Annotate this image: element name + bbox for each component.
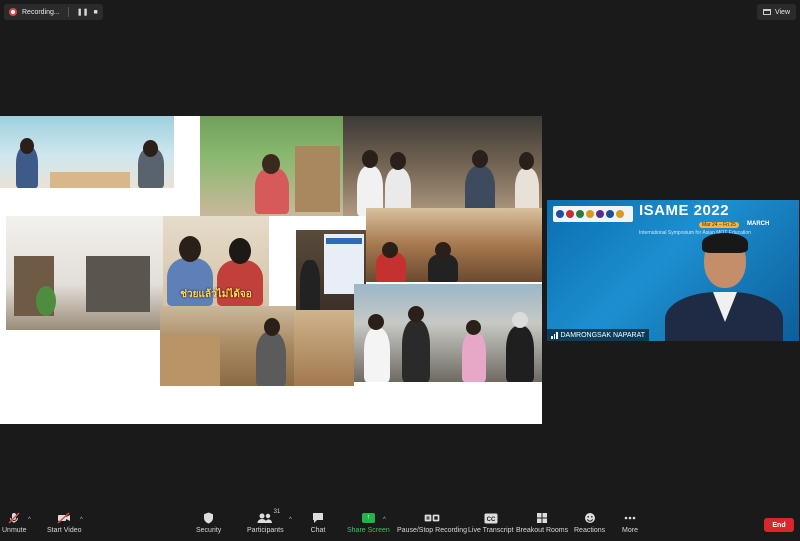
live-transcript-button[interactable]: CC Live Transcript	[468, 512, 514, 534]
sponsor-logos	[553, 206, 633, 222]
divider	[67, 7, 69, 17]
end-meeting-button[interactable]: End	[764, 518, 794, 532]
collage-photo-cafe	[366, 208, 542, 282]
muted-microphone-icon	[6, 512, 22, 524]
event-month: MARCH	[747, 221, 770, 227]
reactions-button[interactable]: Reactions	[574, 512, 605, 534]
collage-photo-team	[343, 116, 542, 216]
speaker-name: DAMRONGSAK NAPARAT	[560, 331, 646, 339]
breakout-rooms-icon	[534, 512, 550, 524]
shield-icon	[201, 512, 217, 524]
reactions-label: Reactions	[574, 527, 606, 534]
share-options-caret[interactable]: ^	[383, 517, 386, 523]
chat-label: Chat	[310, 527, 326, 534]
pause-recording-icon[interactable]: ❚❚	[77, 8, 89, 16]
participants-count: 31	[273, 509, 281, 515]
pause-stop-icon	[424, 512, 440, 524]
collage-photo-office	[0, 116, 174, 188]
speaker-name-tag: DAMRONGSAK NAPARAT	[547, 329, 650, 341]
view-button[interactable]: View	[756, 4, 796, 20]
video-options-caret[interactable]: ^	[80, 517, 83, 523]
chat-button[interactable]: Chat	[310, 512, 326, 534]
participants-label: Participants	[247, 527, 284, 534]
event-dates: Mar 24 – Fri 25	[699, 222, 739, 228]
collage-photo-visit	[354, 284, 542, 382]
audio-level-icon	[551, 331, 558, 339]
more-label: More	[622, 527, 638, 534]
security-label: Security	[196, 527, 222, 534]
pause-stop-recording-button[interactable]: Pause/Stop Recording	[397, 512, 467, 534]
photo-caption: ช่วยแล้วไม่ได้จอ	[180, 289, 252, 300]
unmute-button[interactable]: Unmute	[2, 512, 27, 534]
breakout-rooms-label: Breakout Rooms	[516, 527, 569, 534]
security-button[interactable]: Security	[196, 512, 221, 534]
smiley-icon	[582, 512, 598, 524]
live-transcript-label: Live Transcript	[468, 527, 514, 534]
video-off-icon	[56, 512, 72, 524]
view-icon	[762, 9, 771, 15]
share-screen-icon: ↑	[360, 512, 376, 524]
breakout-rooms-button[interactable]: Breakout Rooms	[516, 512, 568, 534]
recording-status: Recording...	[22, 8, 60, 16]
event-title: ISAME 2022	[639, 202, 730, 219]
collage-photo-storefront	[200, 116, 345, 216]
view-label: View	[774, 8, 790, 16]
pause-stop-recording-label: Pause/Stop Recording	[397, 527, 468, 534]
start-video-label: Start Video	[47, 527, 82, 534]
audio-options-caret[interactable]: ^	[28, 517, 31, 523]
collage-photo-stock	[294, 310, 354, 386]
meeting-window: Recording... ❚❚ ■ View ช่วยแล้วไม่ได้จอ …	[0, 0, 800, 541]
meeting-toolbar: Unmute ^ Start Video ^ Security 31 Parti…	[0, 508, 800, 541]
unmute-label: Unmute	[2, 527, 27, 534]
start-video-button[interactable]: Start Video	[47, 512, 82, 534]
recording-icon	[9, 8, 17, 16]
stop-recording-icon[interactable]: ■	[93, 9, 97, 16]
chat-icon	[310, 512, 326, 524]
shared-screen: ช่วยแล้วไม่ได้จอ	[0, 116, 542, 424]
collage-photo-interview: ช่วยแล้วไม่ได้จอ	[163, 216, 269, 306]
closed-caption-icon: CC	[483, 512, 499, 524]
share-screen-button[interactable]: ↑ Share Screen	[347, 512, 390, 534]
collage-photo-warehouse	[160, 306, 296, 386]
participants-options-caret[interactable]: ^	[289, 517, 292, 523]
speaker-hair	[702, 233, 748, 253]
speaker-video[interactable]: ISAME 2022 Mar 24 – Fri 25 MARCH Interna…	[547, 200, 799, 341]
participants-button[interactable]: 31 Participants	[247, 509, 284, 534]
collage-photo-shop	[6, 216, 164, 330]
more-icon	[622, 512, 638, 524]
participants-icon: 31	[257, 509, 280, 524]
recording-indicator: Recording... ❚❚ ■	[4, 4, 103, 20]
svg-text:CC: CC	[486, 517, 495, 523]
share-screen-label: Share Screen	[347, 527, 390, 534]
more-button[interactable]: More	[622, 512, 638, 534]
